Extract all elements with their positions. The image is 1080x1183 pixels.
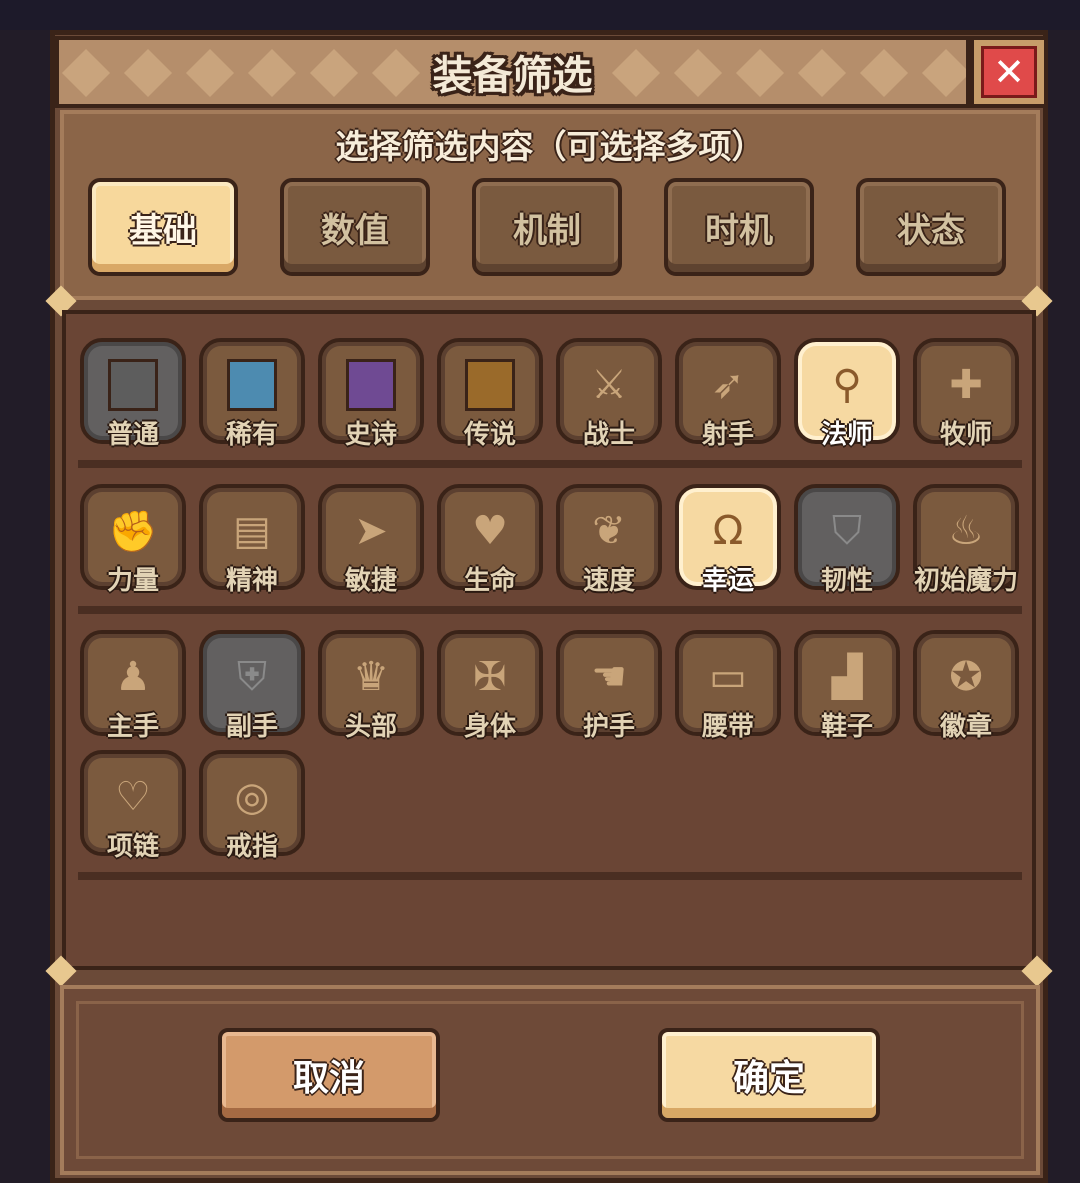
item-label: 力量	[106, 566, 159, 596]
item-label: 敏捷	[344, 566, 397, 596]
item-label: 主手	[106, 712, 159, 742]
item-label: 韧性	[820, 566, 873, 596]
item-label: 项链	[106, 832, 159, 862]
action-bar	[60, 985, 1040, 1175]
tab-1[interactable]: 数值	[280, 178, 430, 276]
item-label: 战士	[582, 420, 635, 450]
item-label: 牧师	[939, 420, 992, 450]
row-divider	[78, 872, 1022, 880]
holy-cross-icon: ✚	[949, 362, 983, 408]
tab-3[interactable]: 时机	[664, 178, 814, 276]
flame-icon: ♨	[948, 508, 984, 554]
shield-icon: ⛉	[832, 508, 862, 554]
ring-icon: ◎	[234, 774, 270, 820]
dialog-title: 装备筛选	[432, 53, 593, 99]
wing-icon: ❦	[592, 508, 626, 554]
close-button[interactable]: ✕	[970, 36, 1048, 108]
filter-item[interactable]: ✪ 徽章	[913, 630, 1019, 742]
item-label: 幸运	[701, 566, 754, 596]
filter-item[interactable]: ✠ 身体	[437, 630, 543, 742]
close-icon: ✕	[981, 46, 1037, 98]
filter-item[interactable]: ⚔ 战士	[556, 338, 662, 450]
item-label: 徽章	[939, 712, 992, 742]
item-label: 戒指	[225, 832, 278, 862]
filter-item[interactable]: ⛉ 韧性	[794, 484, 900, 596]
tab-4[interactable]: 状态	[856, 178, 1006, 276]
item-label: 普通	[106, 420, 159, 450]
filter-item[interactable]: ▟ 鞋子	[794, 630, 900, 742]
belt-icon: ▭	[709, 654, 747, 700]
helmet-icon: ♛	[353, 654, 389, 700]
filter-item[interactable]: ▭ 腰带	[675, 630, 781, 742]
filter-item[interactable]: 史诗	[318, 338, 424, 450]
filter-item[interactable]: ➶ 射手	[675, 338, 781, 450]
item-label: 身体	[463, 712, 516, 742]
tab-0[interactable]: 基础	[88, 178, 238, 276]
filter-item[interactable]: ♨ 初始魔力	[913, 484, 1019, 596]
row-divider	[78, 460, 1022, 468]
necklace-icon: ♡	[115, 774, 151, 820]
filter-item[interactable]: Ω 幸运	[675, 484, 781, 596]
item-label: 副手	[225, 712, 278, 742]
filter-item[interactable]: ♟ 主手	[80, 630, 186, 742]
filter-item[interactable]: ➤ 敏捷	[318, 484, 424, 596]
horseshoe-icon: Ω	[712, 508, 744, 554]
filter-item[interactable]: ▤ 精神	[199, 484, 305, 596]
item-label: 法师	[820, 420, 873, 450]
filter-item[interactable]: 稀有	[199, 338, 305, 450]
filter-item[interactable]: 普通	[80, 338, 186, 450]
filter-item[interactable]: ❦ 速度	[556, 484, 662, 596]
swatch-purple-icon	[346, 359, 396, 411]
crossbow-icon: ➶	[711, 362, 745, 408]
background-strip	[0, 0, 1080, 30]
armor-icon: ✠	[473, 654, 507, 700]
item-label: 头部	[344, 712, 397, 742]
title-bar: 装备筛选	[55, 36, 970, 108]
item-label: 护手	[582, 712, 635, 742]
item-label: 速度	[582, 566, 635, 596]
item-label: 射手	[701, 420, 754, 450]
swatch-blue-icon	[227, 359, 277, 411]
color-swatch	[227, 359, 277, 411]
row-divider	[78, 606, 1022, 614]
color-swatch	[108, 359, 158, 411]
filter-item[interactable]: ✚ 牧师	[913, 338, 1019, 450]
item-label: 腰带	[701, 712, 754, 742]
boots-icon: ▟	[831, 654, 863, 700]
filter-item[interactable]: 传说	[437, 338, 543, 450]
cancel-button[interactable]: 取消	[218, 1028, 440, 1122]
confirm-button[interactable]: 确定	[658, 1028, 880, 1122]
color-swatch	[346, 359, 396, 411]
item-label: 稀有	[225, 420, 278, 450]
item-label: 精神	[225, 566, 278, 596]
staff-icon: ⚲	[832, 362, 862, 408]
filter-item[interactable]: ⛨ 副手	[199, 630, 305, 742]
filter-item[interactable]: ◎ 戒指	[199, 750, 305, 862]
item-label: 传说	[463, 420, 516, 450]
swatch-gold-icon	[465, 359, 515, 411]
sword-icon: ⚔	[591, 362, 627, 408]
filter-instruction: 选择筛选内容（可选择多项）	[335, 127, 765, 166]
item-label: 初始魔力	[913, 566, 1018, 596]
filter-item[interactable]: ☚ 护手	[556, 630, 662, 742]
item-label: 史诗	[344, 420, 397, 450]
item-label: 鞋子	[820, 712, 873, 742]
swatch-grey-icon	[108, 359, 158, 411]
filter-item[interactable]: ♥ 生命	[437, 484, 543, 596]
filter-item[interactable]: ⚲ 法师	[794, 338, 900, 450]
tab-2[interactable]: 机制	[472, 178, 622, 276]
off-hand-shield-icon: ⛨	[237, 654, 267, 700]
fist-icon: ✊	[108, 508, 158, 555]
filter-item[interactable]: ✊ 力量	[80, 484, 186, 596]
book-icon: ▤	[233, 508, 271, 554]
filter-item[interactable]: ♛ 头部	[318, 630, 424, 742]
badge-icon: ✪	[949, 654, 983, 700]
heart-icon: ♥	[472, 508, 508, 554]
item-label: 生命	[463, 566, 516, 596]
gauntlet-icon: ☚	[591, 654, 627, 700]
color-swatch	[465, 359, 515, 411]
filter-item[interactable]: ♡ 项链	[80, 750, 186, 862]
boot-icon: ➤	[354, 508, 388, 554]
main-hand-icon: ♟	[115, 654, 151, 700]
